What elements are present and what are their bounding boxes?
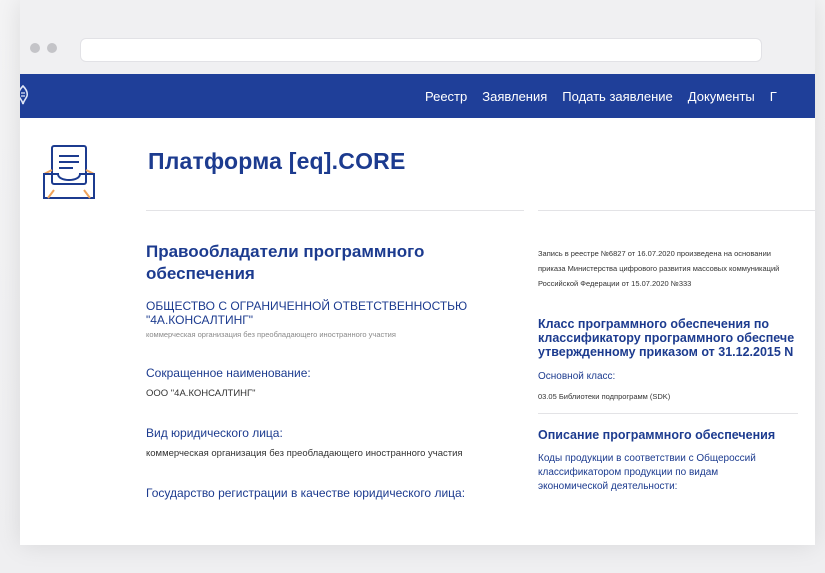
nav-item-registry[interactable]: Реестр (425, 89, 467, 104)
software-details-section: Запись в реестре №6827 от 16.07.2020 про… (538, 246, 798, 494)
browser-chrome (20, 0, 815, 74)
section-heading: Правообладатели программного обеспечения (146, 242, 425, 283)
short-name-label: Сокращенное наименование: (146, 366, 311, 380)
main-class-value: 03.05 Библиотеки подпрограмм (SDK) (538, 392, 671, 401)
document-tray-icon (40, 140, 98, 211)
description-heading: Описание программного обеспечения (538, 428, 776, 442)
page-title: Платформа [eq].CORE (148, 148, 406, 174)
eagle-emblem-icon[interactable] (20, 84, 30, 111)
main-class-label: Основной класс: (538, 371, 616, 382)
address-bar[interactable] (80, 38, 762, 62)
nav-item-applications[interactable]: Заявления (482, 89, 547, 104)
organization-note: коммерческая организация без преобладающ… (146, 330, 396, 339)
software-class-heading-line: утвержденному приказом от 31.12.2015 N (538, 345, 794, 359)
description-text: Коды продукции в соответствии с Общеросс… (538, 453, 756, 492)
legal-entity-type-value: коммерческая организация без преобладающ… (146, 448, 463, 459)
window-control-dot[interactable] (30, 43, 40, 53)
nav-item-submit-application[interactable]: Подать заявление (562, 89, 672, 104)
registry-record-note: Запись в реестре №6827 от 16.07.2020 про… (538, 249, 780, 288)
top-navigation: Реестр Заявления Подать заявление Докуме… (20, 74, 815, 118)
software-class-heading-line: классификатору программного обеспече (538, 331, 795, 345)
nav-menu: Реестр Заявления Подать заявление Докуме… (425, 74, 777, 118)
organization-name: ОБЩЕСТВО С ОГРАНИЧЕННОЙ ОТВЕТСТВЕННОСТЬЮ… (146, 299, 468, 327)
browser-window: Реестр Заявления Подать заявление Докуме… (20, 0, 815, 545)
rightholders-section: Правообладатели программного обеспечения… (146, 241, 526, 500)
software-class-heading-line: Класс программного обеспечения по (538, 317, 770, 331)
nav-item-truncated[interactable]: Г (770, 89, 777, 104)
title-divider (146, 210, 524, 211)
short-name-value: ООО "4А.КОНСАЛТИНГ" (146, 388, 256, 399)
software-class-heading: Класс программного обеспечения по класси… (538, 317, 798, 359)
section-divider (538, 413, 798, 414)
nav-item-documents[interactable]: Документы (688, 89, 755, 104)
window-control-dot[interactable] (47, 43, 57, 53)
registration-country-label: Государство регистрации в качестве юриди… (146, 486, 466, 500)
page-content: Платформа [eq].CORE Правообладатели прог… (20, 118, 815, 545)
right-divider (538, 210, 815, 211)
legal-entity-type-label: Вид юридического лица: (146, 426, 283, 440)
